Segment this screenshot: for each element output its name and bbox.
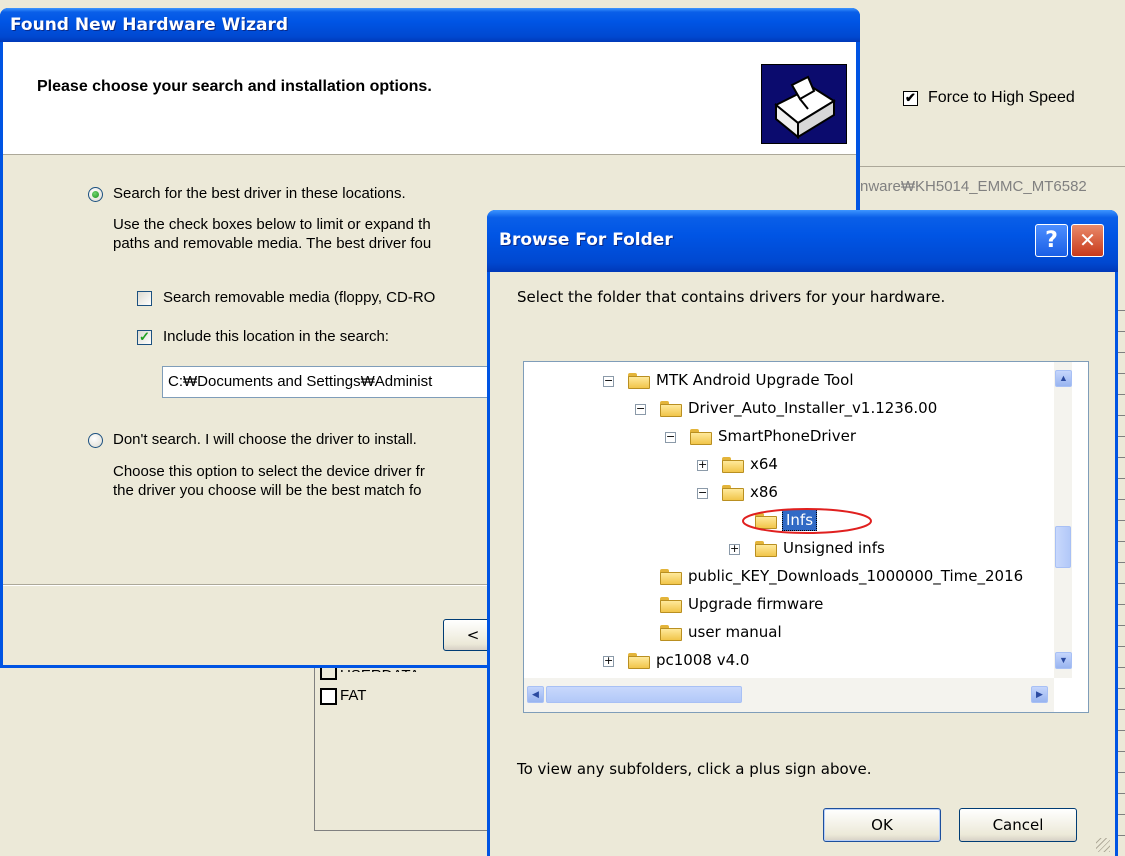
folder-icon [722,485,744,501]
path-fragment: nware₩KH5014_EMMC_MT6582 [860,178,1087,195]
horizontal-scroll-thumb[interactable] [546,686,742,703]
path-field: nware₩KH5014_EMMC_MT6582 [860,170,1125,202]
tree-item-label: x86 [750,483,778,501]
folder-icon [660,569,682,585]
expand-icon[interactable]: + [603,655,614,667]
browse-body: Select the folder that contains drivers … [490,272,1115,856]
close-button[interactable]: ✕ [1071,224,1104,257]
fat-label: FAT [340,687,367,704]
tree-item-label: Driver_Auto_Installer_v1.1236.00 [688,399,938,417]
divider [860,166,1125,167]
include-location-checkbox[interactable]: ✓ [137,330,152,345]
folder-tree-view[interactable]: − MTK Android Upgrade Tool − Driver_Auto… [523,361,1089,713]
tree-item-label: MTK Android Upgrade Tool [656,371,854,389]
ok-button[interactable]: OK [823,808,941,842]
horizontal-scrollbar[interactable]: ◀ ▶ [524,678,1054,712]
tree-item-x64[interactable]: + x64 [524,452,1054,480]
hardware-icon [761,64,847,144]
tree-item-label: pc1008 v4.0 [656,651,750,669]
folder-icon [690,429,712,445]
folder-icon [755,541,777,557]
help-button[interactable]: ? [1035,224,1068,257]
folder-icon [660,597,682,613]
tree-item-label: Upgrade firmware [688,595,824,613]
folder-icon [722,457,744,473]
search-best-driver-radio[interactable] [88,187,103,202]
collapse-icon[interactable]: − [697,487,708,499]
folder-icon [660,625,682,641]
location-input[interactable]: C:₩Documents and Settings₩Administ [162,366,502,398]
expand-icon[interactable]: + [729,543,740,555]
vertical-scroll-thumb[interactable] [1055,526,1071,568]
folder-icon [628,373,650,389]
highlight-annotation-circle [742,508,872,534]
expand-icon[interactable]: + [697,459,708,471]
browse-title: Browse For Folder [499,230,673,250]
fat-checkbox[interactable] [320,688,337,705]
dont-search-description-line2: the driver you choose will be the best m… [113,482,422,499]
tree-item-mtk-android-upgrade-tool[interactable]: − MTK Android Upgrade Tool [524,368,1054,396]
location-value: C:₩Documents and Settings₩Administ [168,373,433,390]
folder-icon [628,653,650,669]
scroll-edge [1117,290,1125,850]
dont-search-description-line1: Choose this option to select the device … [113,463,425,480]
folder-icon [660,401,682,417]
resize-grip-icon[interactable] [1096,838,1110,852]
tree-item-label: user manual [688,623,782,641]
removable-media-label: Search removable media (floppy, CD-RO [163,289,436,306]
tree-item-x86[interactable]: − x86 [524,480,1054,508]
collapse-icon[interactable]: − [603,375,614,387]
wizard-header: Please choose your search and installati… [3,42,856,155]
scroll-down-arrow-icon[interactable]: ▼ [1055,652,1072,669]
tree-item-user-manual[interactable]: user manual [524,620,1054,648]
tree-item-label: Unsigned infs [783,539,885,557]
tree-item-upgrade-firmware[interactable]: Upgrade firmware [524,592,1054,620]
dont-search-radio[interactable] [88,433,103,448]
wizard-heading: Please choose your search and installati… [37,78,432,95]
scroll-right-arrow-icon[interactable]: ▶ [1031,686,1048,703]
close-icon: ✕ [1079,228,1096,252]
vertical-scrollbar[interactable]: ▲ ▼ [1054,362,1072,678]
force-high-speed-label: Force to High Speed [928,89,1075,106]
scroll-up-arrow-icon[interactable]: ▲ [1055,370,1072,387]
removable-media-checkbox[interactable] [137,291,152,306]
force-high-speed-checkbox[interactable]: ✔ [903,91,918,106]
include-location-label: Include this location in the search: [163,328,389,345]
collapse-icon[interactable]: − [635,403,646,415]
tree-item-label: x64 [750,455,778,473]
wizard-title-bar[interactable]: Found New Hardware Wizard [0,8,860,42]
tree-item-label: public_KEY_Downloads_1000000_Time_2016 [688,567,1024,585]
partition-list-panel [314,650,495,831]
search-description-line1: Use the check boxes below to limit or ex… [113,216,431,233]
collapse-icon[interactable]: − [665,431,676,443]
browse-title-bar[interactable]: Browse For Folder ? ✕ [487,210,1118,272]
browse-instruction: Select the folder that contains drivers … [517,288,946,306]
help-icon: ? [1045,228,1058,253]
tree-item-driver-auto-installer[interactable]: − Driver_Auto_Installer_v1.1236.00 [524,396,1054,424]
dont-search-label: Don't search. I will choose the driver t… [113,431,417,448]
scroll-left-arrow-icon[interactable]: ◀ [527,686,544,703]
tree-item-smartphonedriver[interactable]: − SmartPhoneDriver [524,424,1054,452]
browse-hint: To view any subfolders, click a plus sig… [517,760,872,778]
search-best-driver-label: Search for the best driver in these loca… [113,185,406,202]
tree-item-public-key-downloads[interactable]: public_KEY_Downloads_1000000_Time_2016 [524,564,1054,592]
search-description-line2: paths and removable media. The best driv… [113,235,432,252]
cancel-button[interactable]: Cancel [959,808,1077,842]
tree-item-pc1008[interactable]: + pc1008 v4.0 [524,648,1054,676]
wizard-title: Found New Hardware Wizard [10,15,289,35]
browse-for-folder-dialog: Browse For Folder ? ✕ Select the folder … [487,210,1118,856]
tree-item-unsigned-infs[interactable]: + Unsigned infs [524,536,1054,564]
tree-item-label: SmartPhoneDriver [718,427,856,445]
tree-item-infs[interactable]: Infs [524,508,1054,536]
